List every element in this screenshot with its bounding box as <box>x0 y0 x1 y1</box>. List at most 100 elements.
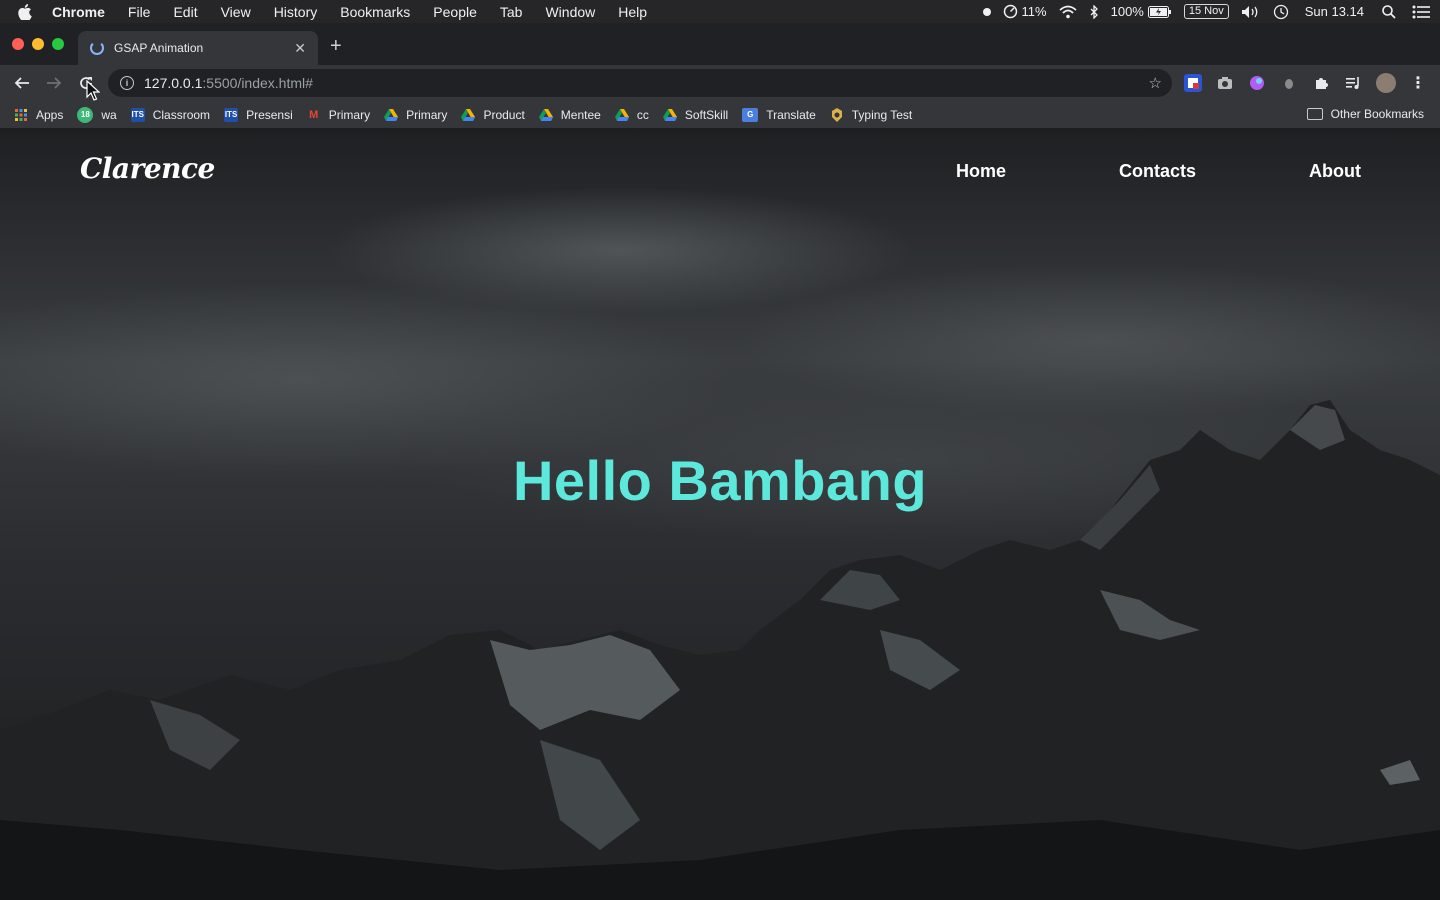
typing-test-icon <box>830 107 844 122</box>
menu-bookmarks[interactable]: Bookmarks <box>340 4 410 20</box>
bookmark-typing-test[interactable]: Typing Test <box>830 107 913 122</box>
menu-window[interactable]: Window <box>545 4 595 20</box>
cpu-monitor[interactable]: 11% <box>1003 4 1047 19</box>
loading-spinner-icon <box>90 41 104 55</box>
other-bookmarks[interactable]: Other Bookmarks <box>1306 107 1424 121</box>
nav-link-home[interactable]: Home <box>956 161 1006 182</box>
drive-icon <box>384 108 399 122</box>
extension-shield-icon[interactable] <box>1184 74 1202 92</box>
date-badge[interactable]: 15 Nov <box>1183 4 1229 19</box>
battery-percent: 100% <box>1110 4 1144 19</box>
media-control-icon[interactable] <box>1344 74 1362 92</box>
window-minimize-button[interactable] <box>32 38 44 50</box>
macos-menubar: Chrome File Edit View History Bookmarks … <box>0 0 1440 23</box>
bookmark-drive-mentee[interactable]: Mentee <box>538 107 601 122</box>
bookmark-classroom[interactable]: ITS Classroom <box>130 107 211 122</box>
bookmark-translate[interactable]: G Translate <box>742 107 816 122</box>
extension-grey-dot-icon[interactable] <box>1280 74 1298 92</box>
menu-people[interactable]: People <box>433 4 477 20</box>
menu-tab[interactable]: Tab <box>500 4 523 20</box>
bookmark-label: Translate <box>766 107 816 122</box>
bookmark-drive-softskill[interactable]: SoftSkill <box>662 107 729 122</box>
bookmark-label: Primary <box>406 107 448 122</box>
bookmark-label: Typing Test <box>851 107 913 122</box>
drive-icon <box>614 108 629 122</box>
spotlight-search-icon[interactable] <box>1382 4 1396 19</box>
clock[interactable]: Sun 13.14 <box>1305 4 1364 19</box>
chrome-menu-icon[interactable]: ⋮ <box>1410 73 1426 93</box>
page-viewport: Clarence Home Contacts About Hello Bamba… <box>0 130 1440 900</box>
bookmark-label: Primary <box>328 107 371 122</box>
bookmark-label: Mentee <box>560 107 601 122</box>
translate-icon: G <box>742 107 759 122</box>
menu-view[interactable]: View <box>221 4 251 20</box>
folder-icon <box>1306 108 1323 120</box>
menu-file[interactable]: File <box>128 4 151 20</box>
bookmark-star-icon[interactable]: ☆ <box>1149 74 1162 92</box>
whatsapp-icon: 18 <box>77 106 94 123</box>
nav-link-about[interactable]: About <box>1309 161 1361 182</box>
bookmark-label: Classroom <box>152 107 211 122</box>
bookmark-label: wa <box>101 107 117 122</box>
menu-help[interactable]: Help <box>618 4 647 20</box>
window-zoom-button[interactable] <box>52 38 64 50</box>
extension-camera-icon[interactable] <box>1216 74 1234 92</box>
browser-toolbar: i 127.0.0.1:5500/index.html# ☆ ⋮ <box>0 65 1440 101</box>
menu-edit[interactable]: Edit <box>173 4 197 20</box>
url-host: 127.0.0.1 <box>144 75 203 91</box>
back-arrow-icon[interactable] <box>12 73 32 93</box>
forward-arrow-icon[interactable] <box>44 73 64 93</box>
drive-icon <box>662 108 677 122</box>
apps-grid-icon <box>14 108 28 122</box>
bookmark-label: SoftSkill <box>684 107 729 122</box>
time-machine-icon[interactable] <box>1273 4 1289 20</box>
bookmark-label: Product <box>483 107 525 122</box>
its-icon: ITS <box>224 107 239 122</box>
mouse-cursor-icon <box>86 80 100 101</box>
battery-charging-icon <box>1147 5 1171 18</box>
menu-history[interactable]: History <box>274 4 318 20</box>
bookmark-label: cc <box>636 107 649 122</box>
menubar-status-area: 11% 100% 15 Nov Sun 13.14 <box>971 0 1430 23</box>
site-navbar: Clarence Home Contacts About <box>0 130 1440 214</box>
gmail-icon: M <box>309 108 319 121</box>
bookmark-wa[interactable]: 18 wa <box>77 106 117 123</box>
profile-avatar[interactable] <box>1376 73 1396 93</box>
apple-logo-icon[interactable] <box>18 3 38 20</box>
bluetooth-icon[interactable] <box>1089 4 1099 19</box>
extensions-area: ⋮ <box>1184 73 1426 93</box>
drive-icon <box>461 108 476 122</box>
nav-link-contacts[interactable]: Contacts <box>1119 161 1196 182</box>
tab-title: GSAP Animation <box>114 41 204 55</box>
bookmark-drive-cc[interactable]: cc <box>614 107 649 122</box>
bookmark-label: Presensi <box>246 107 293 122</box>
hero-title: Hello Bambang <box>512 449 928 512</box>
menu-app-name[interactable]: Chrome <box>52 4 105 20</box>
extensions-puzzle-icon[interactable] <box>1312 74 1330 92</box>
window-close-button[interactable] <box>12 38 24 50</box>
site-info-icon[interactable]: i <box>120 76 134 90</box>
tab-close-icon[interactable]: ✕ <box>294 40 306 57</box>
battery-status[interactable]: 100% <box>1111 4 1172 19</box>
new-tab-plus-icon[interactable]: + <box>330 36 342 56</box>
extension-gem-icon[interactable] <box>1248 74 1266 92</box>
notification-center-icon[interactable] <box>1412 5 1430 19</box>
site-logo[interactable]: Clarence <box>80 152 215 185</box>
bookmarks-bar: Apps 18 wa ITS Classroom ITS Presensi M … <box>0 101 1440 129</box>
bookmark-drive-primary[interactable]: Primary <box>384 108 447 122</box>
address-bar[interactable]: i 127.0.0.1:5500/index.html# ☆ <box>108 69 1172 97</box>
bookmark-apps[interactable]: Apps <box>14 108 63 122</box>
other-bookmarks-label: Other Bookmarks <box>1330 107 1424 121</box>
volume-icon[interactable] <box>1241 5 1261 19</box>
bookmark-gmail-primary[interactable]: M Primary <box>307 108 370 122</box>
bookmark-drive-product[interactable]: Product <box>461 107 525 122</box>
tab-gsap-animation[interactable]: GSAP Animation ✕ <box>78 31 318 65</box>
mountain-background-image <box>0 400 1440 900</box>
cpu-gauge-icon <box>1003 4 1017 19</box>
recording-dot-icon[interactable] <box>982 7 991 16</box>
cpu-percent: 11% <box>1021 4 1047 19</box>
wifi-icon[interactable] <box>1059 5 1077 19</box>
bookmark-presensi[interactable]: ITS Presensi <box>224 107 293 122</box>
its-icon: ITS <box>130 107 145 122</box>
drive-icon <box>538 108 553 122</box>
